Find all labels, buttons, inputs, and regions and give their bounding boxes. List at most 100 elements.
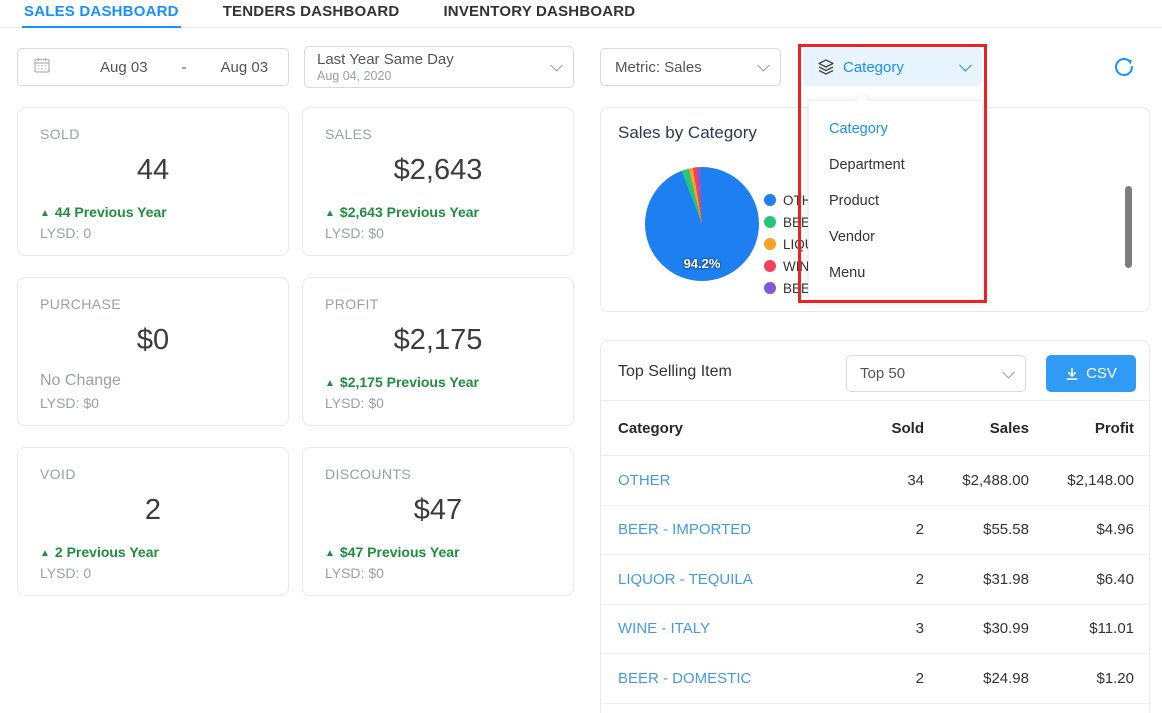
refresh-button[interactable]: [1111, 54, 1137, 80]
date-separator: -: [182, 59, 187, 76]
legend-swatch: [764, 238, 776, 250]
table-row: WINE - ITALY 3 $30.99 $11.01: [601, 605, 1149, 655]
sold-cell: 2: [844, 670, 924, 687]
legend-swatch: [764, 282, 776, 294]
arrow-up-icon: ▲: [40, 548, 50, 559]
menu-item-category[interactable]: Category: [809, 111, 982, 147]
date-start[interactable]: Aug 03: [100, 59, 148, 76]
sold-cell: 2: [844, 571, 924, 588]
kpi-card-discounts: DISCOUNTS $47 ▲$47 Previous Year LYSD: $…: [302, 447, 574, 596]
group-by-select[interactable]: Category: [803, 48, 982, 86]
kpi-label: VOID: [40, 466, 266, 482]
profit-cell: $6.40: [1029, 571, 1134, 588]
category-link[interactable]: OTHER: [618, 472, 844, 489]
sales-dashboard-page: SALES DASHBOARD TENDERS DASHBOARD INVENT…: [0, 0, 1162, 713]
kpi-lysd: LYSD: $0: [40, 395, 266, 411]
dashboard-tabbar: SALES DASHBOARD TENDERS DASHBOARD INVENT…: [0, 0, 1162, 28]
tab-tenders-dashboard[interactable]: TENDERS DASHBOARD: [221, 0, 402, 28]
category-link[interactable]: WINE - ITALY: [618, 620, 844, 637]
kpi-card-void: VOID 2 ▲2 Previous Year LYSD: 0: [17, 447, 289, 596]
table-row: LIQUOR - TEQUILA 2 $31.98 $6.40: [601, 555, 1149, 605]
kpi-label: DISCOUNTS: [325, 466, 551, 482]
top-selling-card: Top Selling Item Top 50 CSV Category Sol…: [600, 340, 1150, 713]
limit-select-value: Top 50: [860, 365, 905, 382]
group-by-value: Category: [843, 59, 904, 76]
kpi-lysd: LYSD: $0: [325, 225, 551, 241]
chevron-down-icon: [757, 59, 770, 72]
compare-period-select[interactable]: Last Year Same Day Aug 04, 2020: [304, 46, 574, 88]
top-selling-header: Top Selling Item Top 50 CSV: [601, 341, 1149, 401]
tab-sales-dashboard[interactable]: SALES DASHBOARD: [22, 0, 181, 28]
kpi-value: 2: [40, 494, 266, 527]
kpi-change: ▲44 Previous Year: [40, 204, 266, 220]
tab-inventory-dashboard[interactable]: INVENTORY DASHBOARD: [441, 0, 637, 28]
kpi-card-sold: SOLD 44 ▲44 Previous Year LYSD: 0: [17, 107, 289, 256]
category-link[interactable]: BEER - DOMESTIC: [618, 670, 844, 687]
table-row: BEER - IMPORTED 2 $55.58 $4.96: [601, 506, 1149, 556]
pie-slice-label: 94.2%: [665, 256, 739, 271]
legend-swatch: [764, 260, 776, 272]
scrollbar-thumb[interactable]: [1125, 186, 1132, 268]
chevron-down-icon: [959, 59, 972, 72]
sales-cell: $24.98: [924, 670, 1029, 687]
kpi-change: ▲$2,643 Previous Year: [325, 204, 551, 220]
table-row: OTHER 34 $2,488.00 $2,148.00: [601, 456, 1149, 506]
kpi-change: ▲$47 Previous Year: [325, 544, 551, 560]
kpi-change: No Change: [40, 372, 266, 390]
legend-swatch: [764, 216, 776, 228]
compare-period-value: Last Year Same Day: [317, 51, 561, 69]
arrow-up-icon: ▲: [325, 548, 335, 559]
arrow-up-icon: ▲: [40, 208, 50, 219]
chart-title: Sales by Category: [618, 123, 757, 143]
download-icon: [1065, 367, 1079, 381]
sold-cell: 34: [844, 472, 924, 489]
kpi-card-sales: SALES $2,643 ▲$2,643 Previous Year LYSD:…: [302, 107, 574, 256]
column-header-profit: Profit: [1029, 420, 1134, 437]
chevron-down-icon: [1002, 365, 1015, 378]
date-end[interactable]: Aug 03: [221, 59, 269, 76]
profit-cell: $2,148.00: [1029, 472, 1134, 489]
sales-cell: $2,488.00: [924, 472, 1029, 489]
kpi-lysd: LYSD: 0: [40, 565, 266, 581]
sold-cell: 3: [844, 620, 924, 637]
compare-period-subtitle: Aug 04, 2020: [317, 69, 561, 84]
kpi-label: SOLD: [40, 126, 266, 142]
menu-item-product[interactable]: Product: [809, 183, 982, 219]
kpi-value: $2,643: [325, 154, 551, 187]
kpi-label: PROFIT: [325, 296, 551, 312]
sales-cell: $55.58: [924, 521, 1029, 538]
kpi-lysd: LYSD: $0: [325, 395, 551, 411]
arrow-up-icon: ▲: [325, 378, 335, 389]
layers-icon: [817, 58, 835, 76]
table-header-row: Category Sold Sales Profit: [601, 401, 1149, 456]
menu-item-menu[interactable]: Menu: [809, 255, 982, 291]
kpi-card-profit: PROFIT $2,175 ▲$2,175 Previous Year LYSD…: [302, 277, 574, 426]
column-header-category: Category: [618, 420, 844, 437]
category-link[interactable]: LIQUOR - TEQUILA: [618, 571, 844, 588]
kpi-value: $47: [325, 494, 551, 527]
legend-swatch: [764, 194, 776, 206]
profit-cell: $1.20: [1029, 670, 1134, 687]
sales-cell: $30.99: [924, 620, 1029, 637]
kpi-change: ▲2 Previous Year: [40, 544, 266, 560]
kpi-label: PURCHASE: [40, 296, 266, 312]
top-selling-title: Top Selling Item: [618, 363, 732, 381]
table-row: BEER - DOMESTIC 2 $24.98 $1.20: [601, 654, 1149, 704]
sold-cell: 2: [844, 521, 924, 538]
category-link[interactable]: BEER - IMPORTED: [618, 521, 844, 538]
menu-item-department[interactable]: Department: [809, 147, 982, 183]
metric-select[interactable]: Metric: Sales: [600, 48, 781, 86]
limit-select[interactable]: Top 50: [846, 355, 1026, 392]
kpi-value: 44: [40, 154, 266, 187]
date-range-picker[interactable]: Aug 03 - Aug 03: [17, 48, 289, 86]
sales-cell: $31.98: [924, 571, 1029, 588]
menu-item-vendor[interactable]: Vendor: [809, 219, 982, 255]
calendar-icon: [34, 57, 50, 77]
csv-export-button[interactable]: CSV: [1046, 355, 1136, 392]
kpi-lysd: LYSD: 0: [40, 225, 266, 241]
kpi-label: SALES: [325, 126, 551, 142]
kpi-change: ▲$2,175 Previous Year: [325, 374, 551, 390]
kpi-value: $2,175: [325, 324, 551, 357]
profit-cell: $4.96: [1029, 521, 1134, 538]
kpi-value: $0: [40, 324, 266, 357]
